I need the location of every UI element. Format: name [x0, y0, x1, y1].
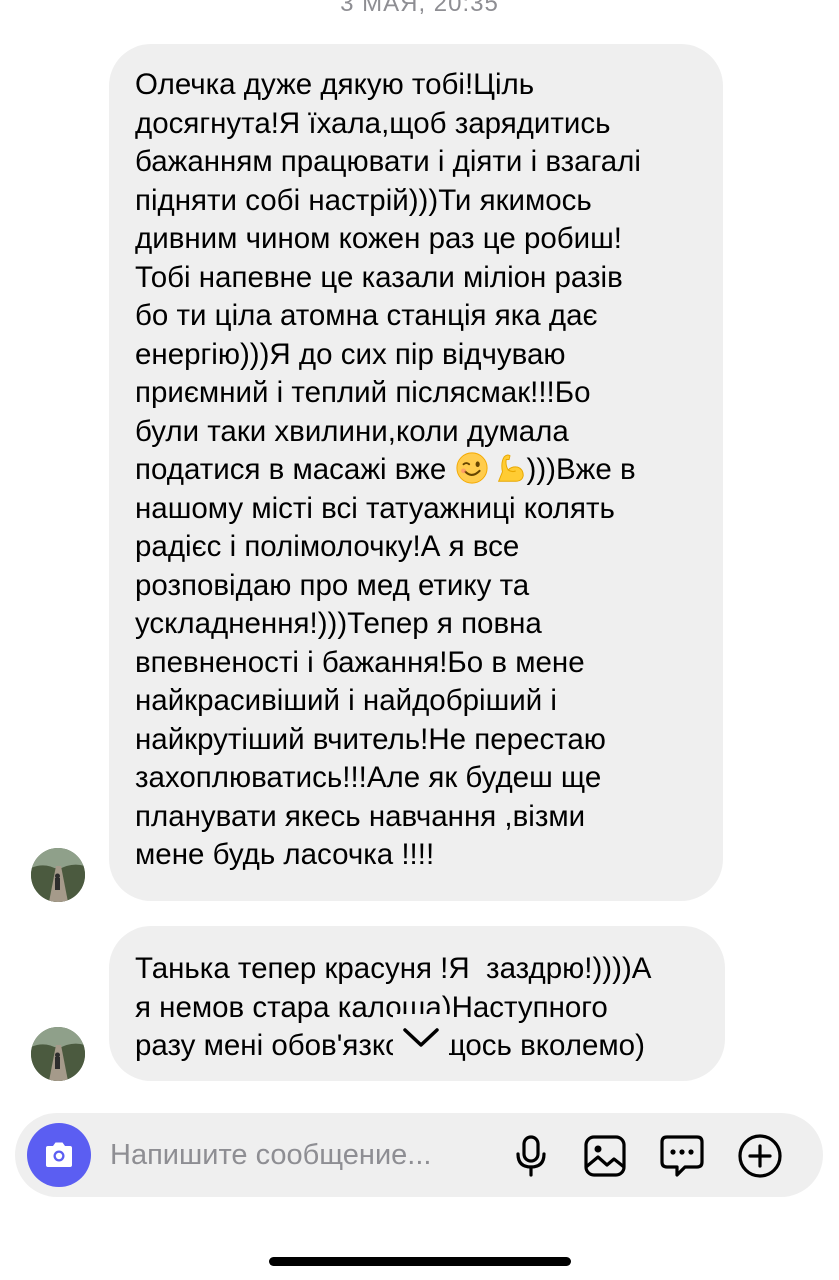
camera-icon	[46, 1142, 72, 1167]
chevron-down-icon	[403, 1028, 439, 1047]
sender-avatar[interactable]	[31, 848, 85, 902]
message-line: Танька тепер красуня !Я заздрю!))))А	[135, 952, 652, 985]
message-input[interactable]	[110, 1135, 480, 1175]
sticker-button[interactable]	[659, 1133, 705, 1179]
message-line: планувати якесь навчання ,візми	[135, 799, 586, 833]
home-indicator[interactable]	[269, 1257, 571, 1266]
message-line: дивним чином кожен раз це робиш!	[135, 222, 622, 255]
image-icon	[584, 1135, 626, 1177]
message-line: захоплюватись!!!Але як будеш ще	[135, 761, 602, 794]
message-line: були таки хвилини,коли думала	[135, 414, 569, 448]
message-line: радієс і полімолочку!А я все	[135, 530, 520, 563]
scroll-to-latest-button[interactable]	[393, 1014, 449, 1062]
message-line: Тобі напевне це казали міліон разів	[135, 260, 623, 294]
microphone-icon	[516, 1135, 546, 1177]
message-line: мене будь ласочка !!!!	[135, 838, 435, 871]
voice-message-button[interactable]	[508, 1133, 554, 1179]
message-timestamp: 3 МАЯ, 20:35	[340, 0, 499, 17]
message-line: приємний і теплий післясмак!!!Бо	[135, 376, 591, 409]
chat-bubble-icon	[660, 1135, 704, 1177]
avatar-photo	[31, 1027, 85, 1081]
sender-avatar[interactable]	[31, 1027, 85, 1081]
message-line: підняти собі настрій)))Ти якимось	[135, 183, 592, 217]
winking-face-emoji	[455, 452, 488, 484]
message-line: енергію)))Я до сих пір відчуваю	[135, 337, 566, 371]
avatar-photo	[31, 848, 85, 902]
flexed-biceps-emoji	[497, 454, 524, 482]
message-line: впевненості і бажання!Бо в мене	[135, 645, 585, 679]
message-text-segment: )))Вже в	[526, 453, 636, 486]
gallery-button[interactable]	[582, 1133, 628, 1179]
message-bubble[interactable]: Олечка дуже дякую тобі!Ціль досягнута!Я …	[109, 44, 723, 901]
message-text-segment: податися в масажі вже	[135, 453, 455, 486]
message-line: бажанням працювати і діяти і взагалі	[135, 145, 641, 178]
message-line: розповідаю про мед етику та	[135, 568, 530, 602]
message-line: Олечка дуже дякую тобі!Ціль	[135, 68, 535, 101]
more-options-button[interactable]	[737, 1133, 783, 1179]
message-composer	[15, 1113, 823, 1197]
message-line: нашому місті всі татуажниці колять	[135, 491, 615, 525]
message-line: найкрутіший вчитель!Не перестаю	[135, 722, 606, 756]
message-line: бо ти ціла атомна станція яка дає	[135, 299, 598, 332]
dm-thread-screen: 3 МАЯ, 20:35 Олечка дуже дякую тобі!Ціль…	[0, 0, 839, 1280]
message-line: ускладнення!)))Тепер я повна	[135, 607, 542, 640]
message-line: найкрасивіший і найдобріший і	[135, 684, 557, 717]
message-line: досягнута!Я їхала,щоб зарядитись	[135, 106, 611, 140]
message-line-with-emoji: податися в масажі вже )))Вже в	[135, 451, 697, 490]
plus-circle-icon	[738, 1134, 782, 1178]
camera-button[interactable]	[27, 1123, 91, 1187]
